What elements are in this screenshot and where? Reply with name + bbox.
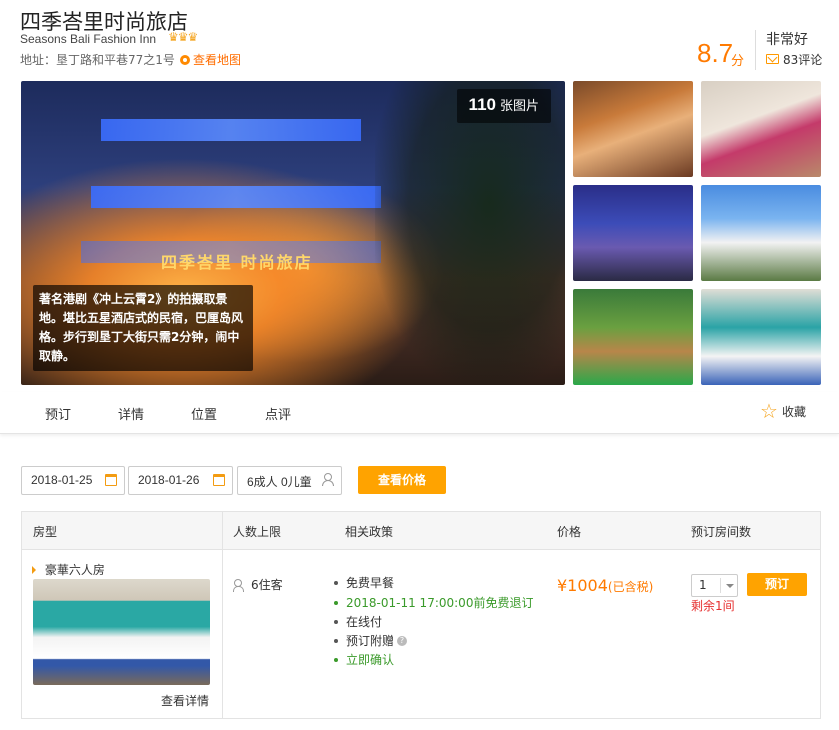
- room-table-header: 房型 人数上限 相关政策 价格 预订房间数: [22, 512, 820, 550]
- column-divider: [222, 512, 223, 718]
- policy-item: 在线付: [334, 613, 382, 630]
- check-price-button[interactable]: 查看价格: [358, 466, 446, 494]
- room-capacity-label: 6住客: [251, 578, 283, 592]
- policy-label: 免费早餐: [346, 576, 395, 590]
- bullet-icon: [334, 619, 338, 624]
- calendar-icon: [105, 474, 117, 486]
- policy-label: 2018-01-11 17:00:00前免费退订: [346, 596, 534, 610]
- guests-icon: [233, 578, 247, 592]
- policy-item: 2018-01-11 17:00:00前免费退订: [334, 594, 533, 611]
- bullet-icon: [334, 600, 338, 605]
- photo-light-band: [91, 186, 381, 208]
- tab-location[interactable]: 位置: [191, 404, 217, 423]
- star-outline-icon: ☆: [760, 399, 778, 423]
- star-rating-icon: ♛♛♛: [168, 30, 198, 44]
- thumbnail-bedroom[interactable]: [701, 81, 821, 177]
- room-details-link[interactable]: 查看详情: [161, 692, 209, 709]
- guest-selector[interactable]: 6成人 0儿童: [237, 466, 342, 495]
- bullet-icon: [334, 580, 338, 585]
- header-capacity: 人数上限: [233, 525, 282, 539]
- view-map-link[interactable]: 查看地图: [180, 51, 241, 68]
- bullet-icon: [334, 657, 338, 662]
- tax-note: (已含税): [607, 580, 654, 594]
- room-name-label: 豪華六人房: [44, 563, 105, 577]
- review-score-unit: 分: [731, 54, 745, 69]
- bullet-icon: [334, 638, 338, 643]
- photo-count-number: 110: [468, 95, 496, 114]
- policy-label: 预订附赠: [346, 634, 395, 648]
- room-capacity: 6住客: [233, 576, 283, 593]
- map-pin-icon: [180, 54, 190, 65]
- help-icon[interactable]: ?: [397, 635, 408, 646]
- photo-count-badge[interactable]: 110 张图片: [456, 89, 551, 123]
- thumbnail-exterior[interactable]: [701, 185, 821, 281]
- guest-count-value: 6成人 0儿童: [247, 475, 312, 489]
- tab-reviews[interactable]: 点评: [265, 404, 291, 423]
- tab-booking[interactable]: 预订: [45, 404, 71, 423]
- header-policy: 相关政策: [345, 525, 394, 539]
- favorite-button[interactable]: ☆ 收藏: [760, 399, 806, 423]
- photo-count-label: 张图片: [499, 99, 539, 114]
- checkin-date-value: 2018-01-25: [31, 473, 93, 487]
- photo-light-band: [101, 119, 361, 141]
- header-room-type: 房型: [33, 525, 58, 539]
- review-count-link[interactable]: 83评论: [783, 51, 822, 68]
- photo-hotel-sign: 四季峇里 时尚旅店: [161, 253, 313, 272]
- hotel-address: 地址：垦丁路和平巷77之1号: [20, 53, 175, 67]
- room-price: ¥1004(已含税): [557, 576, 653, 595]
- score-divider: [755, 30, 756, 70]
- rating-text: 非常好: [766, 32, 808, 48]
- policy-label: 在线付: [346, 615, 383, 629]
- header-price: 价格: [557, 525, 582, 539]
- thumbnail-night-view[interactable]: [573, 185, 693, 281]
- tab-bar: 预订 详情 位置 点评 ☆ 收藏: [0, 392, 839, 434]
- policy-item: 预订附赠 ?: [334, 632, 408, 649]
- policy-item: 免费早餐: [334, 574, 394, 591]
- room-price-value: ¥1004: [557, 576, 608, 595]
- hotel-english-name: Seasons Bali Fashion Inn: [20, 32, 157, 46]
- checkout-date-value: 2018-01-26: [138, 473, 200, 487]
- calendar-icon: [213, 474, 225, 486]
- room-table: 房型 人数上限 相关政策 价格 预订房间数 豪華六人房 查看详情 6住客 免费早…: [21, 511, 821, 719]
- room-name-link[interactable]: 豪華六人房: [32, 561, 105, 578]
- rooms-remaining: 剩余1间: [691, 599, 735, 613]
- thumbnail-room[interactable]: [701, 289, 821, 385]
- caret-right-icon: [32, 566, 36, 574]
- room-quantity-select[interactable]: 1: [691, 574, 738, 597]
- main-hotel-photo[interactable]: 四季峇里 时尚旅店 110 张图片 著名港剧《冲上云霄2》的拍摄取景地。堪比五星…: [21, 81, 565, 385]
- review-score: 8.7: [697, 38, 734, 68]
- chevron-down-icon: [726, 584, 734, 588]
- checkout-date-field[interactable]: 2018-01-26: [128, 466, 233, 495]
- tab-details[interactable]: 详情: [118, 404, 144, 423]
- review-crown-icon: [766, 54, 779, 64]
- thumbnail-lobby[interactable]: [573, 81, 693, 177]
- checkin-date-field[interactable]: 2018-01-25: [21, 466, 125, 495]
- book-button[interactable]: 预订: [747, 573, 807, 596]
- select-divider: [720, 578, 721, 593]
- favorite-label: 收藏: [781, 404, 806, 419]
- policy-label: 立即确认: [346, 653, 395, 667]
- photo-caption: 著名港剧《冲上云霄2》的拍摄取景地。堪比五星酒店式的民宿，巴厘岛风格。步行到垦丁…: [33, 285, 253, 371]
- thumbnail-garden[interactable]: [573, 289, 693, 385]
- view-map-label: 查看地图: [193, 53, 242, 67]
- person-icon: [322, 473, 334, 486]
- policy-item: 立即确认: [334, 651, 394, 668]
- room-quantity-value: 1: [699, 578, 707, 592]
- header-room-count: 预订房间数: [691, 525, 752, 539]
- photo-tree-shadow: [375, 81, 565, 385]
- room-photo[interactable]: [33, 579, 210, 685]
